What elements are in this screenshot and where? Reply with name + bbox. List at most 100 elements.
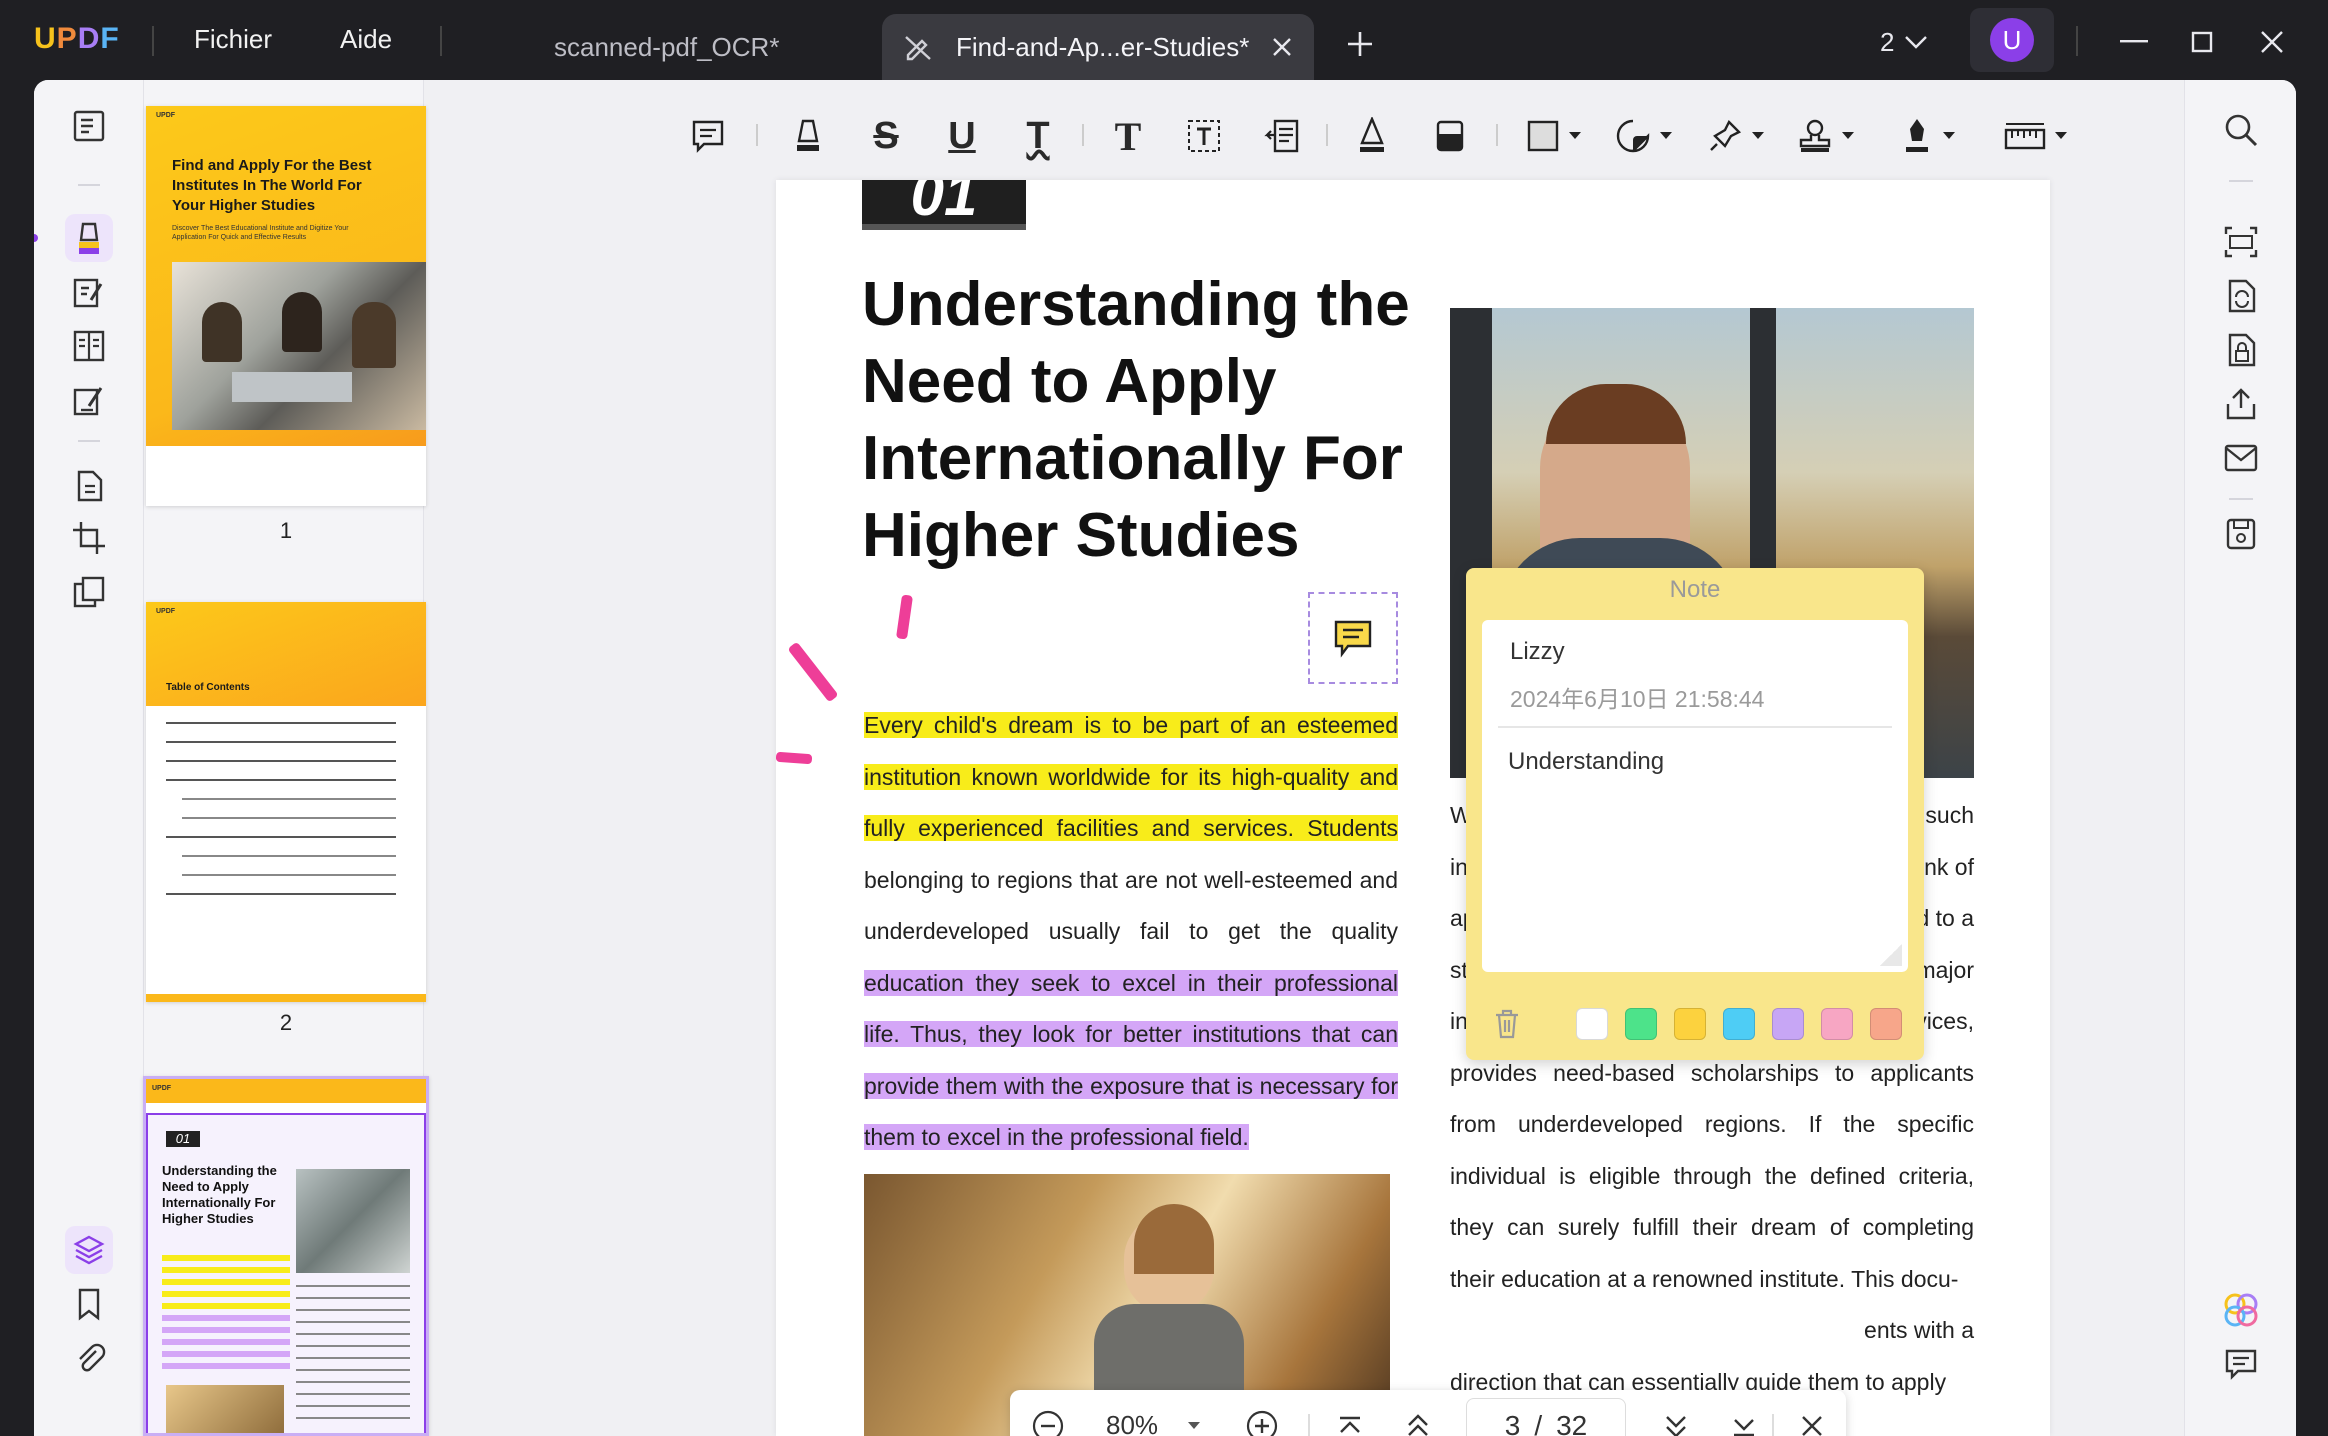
- comment-mode-icon[interactable]: [65, 214, 113, 262]
- yellow-highlight[interactable]: Every child's dream is to be part of an …: [864, 712, 1398, 841]
- crop-pages-icon[interactable]: [65, 514, 113, 562]
- note-card[interactable]: Lizzy 2024年6月10日 21:58:44 Understanding: [1482, 620, 1908, 972]
- purple-highlight[interactable]: education they seek to excel in their pr…: [864, 969, 1398, 1150]
- title-bar: UPDF Fichier Aide scanned-pdf_OCR* Find-…: [0, 0, 2328, 80]
- note-author: Lizzy: [1510, 638, 1565, 665]
- note-color-swatch[interactable]: [1625, 1008, 1657, 1040]
- note-color-swatch[interactable]: [1723, 1008, 1755, 1040]
- app-workspace: UPDF Find and Apply For the Best Institu…: [34, 80, 2296, 1436]
- attachment-icon[interactable]: [65, 1334, 113, 1382]
- divider: [78, 440, 100, 442]
- double-chevron-down-icon: [1666, 1416, 1686, 1436]
- edit-tab-icon: [905, 36, 931, 61]
- measure-tool[interactable]: [1994, 100, 2078, 172]
- page-thumbnail-1[interactable]: UPDF Find and Apply For the Best Institu…: [146, 106, 426, 506]
- next-page-button[interactable]: [1652, 1402, 1700, 1436]
- squiggly-icon[interactable]: T: [1014, 100, 1062, 172]
- new-tab-plus-icon[interactable]: [1340, 24, 1380, 64]
- chevron-down-icon: [2055, 132, 2067, 139]
- highlight-icon[interactable]: [784, 100, 832, 172]
- tab-label: Find-and-Ap...er-Studies*: [956, 31, 1250, 62]
- save-icon[interactable]: [2215, 508, 2267, 560]
- last-page-button[interactable]: [1720, 1402, 1768, 1436]
- convert-pdf-icon[interactable]: [65, 462, 113, 510]
- text-callout-icon[interactable]: [1258, 100, 1306, 172]
- share-icon[interactable]: [2215, 378, 2267, 430]
- close-navigation-button[interactable]: [1788, 1402, 1836, 1436]
- note-body-input[interactable]: Understanding: [1508, 748, 1664, 776]
- convert-icon[interactable]: [2215, 270, 2267, 322]
- ink-stroke[interactable]: [787, 641, 839, 703]
- page-heading: Understanding the Need to Apply Internat…: [862, 270, 1410, 570]
- first-page-button[interactable]: [1326, 1402, 1374, 1436]
- page-thumbnail-2[interactable]: UPDF Table of Contents: [146, 602, 426, 1002]
- edit-pdf-icon[interactable]: [65, 268, 113, 316]
- shape-tool[interactable]: [1516, 100, 1592, 172]
- eraser-icon[interactable]: [1426, 100, 1474, 172]
- user-avatar[interactable]: U: [1990, 18, 2034, 62]
- batch-process-icon[interactable]: [65, 568, 113, 616]
- trash-icon: [1496, 1009, 1518, 1039]
- pin-tool[interactable]: [1698, 100, 1774, 172]
- thumbnail-subtitle: Discover The Best Educational Institute …: [172, 225, 349, 241]
- pencil-icon[interactable]: [1348, 100, 1396, 172]
- delete-note-button[interactable]: [1490, 1004, 1524, 1044]
- close-tab-icon[interactable]: [1271, 36, 1293, 58]
- reader-mode-icon[interactable]: [65, 102, 113, 150]
- ocr-icon[interactable]: [2215, 216, 2267, 268]
- note-marker[interactable]: [1308, 592, 1398, 684]
- note-color-swatch[interactable]: [1870, 1008, 1902, 1040]
- chevron-down-icon: [1905, 36, 1928, 49]
- left-tool-rail: [34, 80, 144, 1436]
- ink-stroke[interactable]: [895, 594, 914, 640]
- divider: [78, 184, 100, 186]
- chevron-down-icon: [1188, 1422, 1200, 1429]
- search-icon[interactable]: [2215, 104, 2267, 156]
- note-color-swatch[interactable]: [1821, 1008, 1853, 1040]
- bookmark-icon[interactable]: [65, 1280, 113, 1328]
- comments-list-icon[interactable]: [2215, 1338, 2267, 1390]
- stamp-tool[interactable]: [1788, 100, 1864, 172]
- note-color-swatch[interactable]: [1772, 1008, 1804, 1040]
- text-comment-icon[interactable]: T: [1104, 100, 1152, 172]
- note-color-swatch[interactable]: [1674, 1008, 1706, 1040]
- tab-scanned-pdf[interactable]: scanned-pdf_OCR*: [520, 14, 860, 80]
- underline-icon[interactable]: U: [938, 100, 986, 172]
- zoom-dropdown[interactable]: [1170, 1402, 1218, 1436]
- protect-icon[interactable]: [2215, 324, 2267, 376]
- current-page-input[interactable]: 3: [1505, 1410, 1521, 1436]
- updf-logo[interactable]: UPDF: [34, 22, 120, 56]
- strikethrough-icon[interactable]: S: [862, 100, 910, 172]
- resize-handle[interactable]: [1880, 944, 1902, 966]
- layers-icon[interactable]: [65, 1226, 113, 1274]
- ai-assistant-icon[interactable]: [2215, 1284, 2267, 1336]
- page-thumbnail-3[interactable]: UPDF 01 Understanding the Need to Apply …: [143, 1076, 429, 1436]
- minimize-icon[interactable]: [2114, 22, 2154, 62]
- close-window-icon[interactable]: [2252, 22, 2292, 62]
- menu-file[interactable]: Fichier: [194, 24, 272, 55]
- thumbnail-page-number: 1: [279, 518, 293, 543]
- menu-help[interactable]: Aide: [340, 24, 392, 55]
- text-box-icon[interactable]: [1180, 100, 1228, 172]
- email-icon[interactable]: [2215, 432, 2267, 484]
- page-indicator[interactable]: 3 / 32: [1466, 1398, 1626, 1436]
- previous-page-button[interactable]: [1394, 1402, 1442, 1436]
- sticker-icon: [1616, 119, 1650, 153]
- note-color-swatch[interactable]: [1576, 1008, 1608, 1040]
- ruler-icon: [2004, 123, 2046, 150]
- page-navigation-bar: 80% 3 / 32: [1010, 1390, 1846, 1436]
- signature-tool[interactable]: [1890, 100, 1966, 172]
- zoom-in-button[interactable]: [1238, 1402, 1286, 1436]
- divider: [440, 26, 442, 56]
- zoom-level[interactable]: 80%: [1106, 1410, 1158, 1436]
- tab-find-and-apply[interactable]: Find-and-Ap...er-Studies*: [882, 14, 1314, 80]
- ink-stroke[interactable]: [776, 751, 813, 765]
- window-count[interactable]: 2: [1880, 22, 1928, 62]
- fill-sign-icon[interactable]: [65, 376, 113, 424]
- sticker-tool[interactable]: [1606, 100, 1682, 172]
- maximize-icon[interactable]: [2182, 22, 2222, 62]
- sticky-note-icon[interactable]: [684, 100, 732, 172]
- zoom-out-button[interactable]: [1024, 1402, 1072, 1436]
- thumbnail-photo: [296, 1169, 410, 1273]
- organize-pages-icon[interactable]: [65, 322, 113, 370]
